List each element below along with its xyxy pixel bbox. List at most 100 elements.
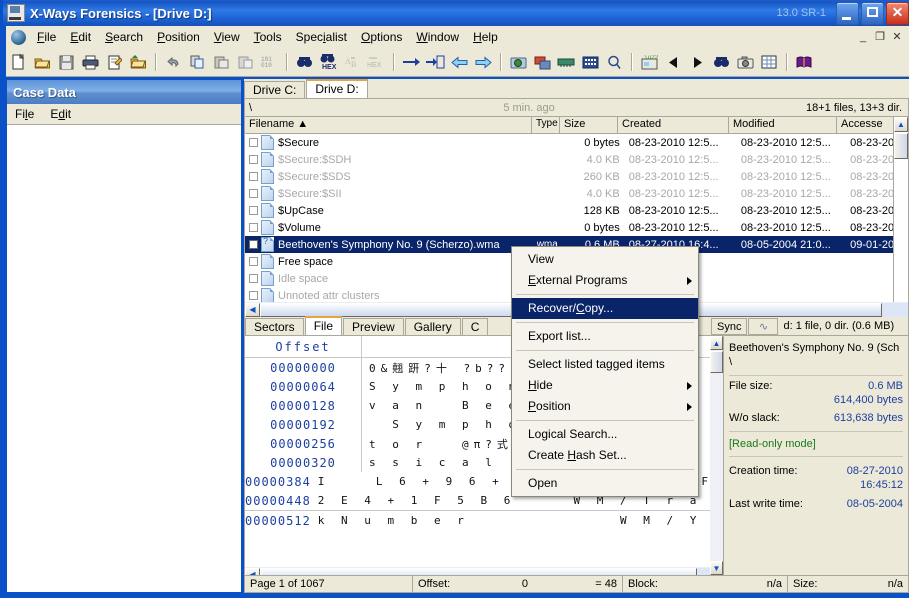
open-image-icon[interactable]	[531, 51, 553, 73]
scroll-down-button[interactable]: ▼	[710, 561, 723, 575]
prev-icon[interactable]	[662, 51, 684, 73]
row-checkbox[interactable]	[249, 291, 258, 300]
maximize-button[interactable]	[861, 1, 884, 25]
scroll-up-button[interactable]: ▲	[894, 117, 908, 132]
case-menu-edit[interactable]: Edit	[42, 106, 79, 122]
column-header-created[interactable]: Created	[618, 117, 729, 133]
table-row[interactable]: $UpCase 128 KB 08-23-2010 12:5... 08-23-…	[245, 202, 908, 219]
scroll-thumb[interactable]	[710, 351, 723, 373]
scroll-up-button[interactable]: ▲	[710, 336, 723, 350]
context-menu-item-view[interactable]: View	[512, 249, 698, 270]
case-data-tree[interactable]	[7, 125, 241, 592]
column-header-accessed[interactable]: Accesse	[837, 117, 897, 133]
save-icon[interactable]	[55, 51, 77, 73]
table-row[interactable]: $Secure:$SDH 4.0 KB 08-23-2010 12:5... 0…	[245, 151, 908, 168]
mdi-minimize-button[interactable]: _	[855, 30, 871, 44]
context-menu-item-position[interactable]: Position	[512, 396, 698, 417]
context-menu-item-select-listed-tagged-items[interactable]: Select listed tagged items	[512, 354, 698, 375]
calculator-icon[interactable]	[579, 51, 601, 73]
open-case-icon[interactable]	[127, 51, 149, 73]
row-checkbox[interactable]	[249, 274, 258, 283]
context-menu[interactable]: View External Programs Recover/Copy... E…	[511, 246, 699, 497]
row-checkbox[interactable]	[249, 240, 258, 249]
help-book-icon[interactable]	[793, 51, 815, 73]
find-icon[interactable]	[293, 51, 315, 73]
row-checkbox[interactable]	[249, 206, 258, 215]
goto-offset-icon[interactable]	[424, 51, 446, 73]
column-header-modified[interactable]: Modified	[729, 117, 837, 133]
menu-help[interactable]: Help	[466, 28, 505, 46]
row-checkbox[interactable]	[249, 257, 258, 266]
tab-file[interactable]: File	[304, 316, 343, 335]
row-checkbox[interactable]	[249, 155, 258, 164]
paste-icon[interactable]	[210, 51, 232, 73]
binoculars-icon[interactable]	[710, 51, 732, 73]
table-row[interactable]: $Secure:$SII 4.0 KB 08-23-2010 12:5... 0…	[245, 185, 908, 202]
goto-icon[interactable]	[400, 51, 422, 73]
table-row[interactable]: $Secure 0 bytes 08-23-2010 12:5... 08-23…	[245, 134, 908, 151]
column-header-type[interactable]: Type	[532, 117, 560, 133]
forward-arrow-icon[interactable]	[472, 51, 494, 73]
scroll-thumb[interactable]	[894, 133, 908, 159]
mdi-close-button[interactable]: ✕	[889, 30, 905, 44]
menu-specialist[interactable]: Specialist	[289, 28, 354, 46]
search-magnifier-icon[interactable]	[603, 51, 625, 73]
menu-options[interactable]: Options	[354, 28, 409, 46]
replace-text-icon[interactable]: AB	[341, 51, 363, 73]
find-hex-icon[interactable]: HEX	[317, 51, 339, 73]
tab-sectors[interactable]: Sectors	[245, 318, 304, 335]
tab-gallery[interactable]: Gallery	[404, 318, 461, 335]
replace-hex-icon[interactable]: HEX	[365, 51, 387, 73]
link-icon[interactable]: ∿	[748, 317, 779, 335]
menu-edit[interactable]: Edit	[63, 28, 98, 46]
context-menu-item-export-list[interactable]: Export list...	[512, 326, 698, 347]
column-header-size[interactable]: Size	[560, 117, 618, 133]
back-arrow-icon[interactable]	[448, 51, 470, 73]
context-menu-item-create-hash-set[interactable]: Create Hash Set...	[512, 445, 698, 466]
table-row[interactable]: $Secure:$SDS 260 KB 08-23-2010 12:5... 0…	[245, 168, 908, 185]
row-checkbox[interactable]	[249, 223, 258, 232]
row-checkbox[interactable]	[249, 138, 258, 147]
report-table-icon[interactable]	[758, 51, 780, 73]
context-menu-item-open[interactable]: Open	[512, 473, 698, 494]
snapshot-icon[interactable]	[734, 51, 756, 73]
case-menu-file[interactable]: File	[7, 106, 42, 122]
close-button[interactable]	[886, 1, 909, 25]
tab-preview[interactable]: Preview	[343, 318, 404, 335]
column-header-filename[interactable]: Filename ▲	[245, 117, 532, 133]
print-icon[interactable]	[79, 51, 101, 73]
copy-icon[interactable]	[186, 51, 208, 73]
interpret-image-icon[interactable]: \u221a\u03c7	[638, 51, 660, 73]
ram-icon[interactable]	[555, 51, 577, 73]
next-icon[interactable]	[686, 51, 708, 73]
context-menu-item-external-programs[interactable]: External Programs	[512, 270, 698, 291]
mdi-restore-button[interactable]: ❐	[872, 30, 888, 44]
open-folder-icon[interactable]	[31, 51, 53, 73]
row-checkbox[interactable]	[249, 189, 258, 198]
menu-tools[interactable]: Tools	[247, 28, 289, 46]
tab-calendar[interactable]: C	[461, 318, 489, 335]
context-menu-item-hide[interactable]: Hide	[512, 375, 698, 396]
sync-button[interactable]: Sync	[711, 317, 748, 335]
undo-icon[interactable]	[162, 51, 184, 73]
minimize-button[interactable]	[836, 1, 859, 25]
binary-paste-icon[interactable]: 101 010	[258, 51, 280, 73]
properties-icon[interactable]	[103, 51, 125, 73]
info-vertical-scrollbar[interactable]: ▲ ▼	[710, 336, 723, 575]
open-disk-icon[interactable]	[507, 51, 529, 73]
context-menu-item-recover-copy[interactable]: Recover/Copy...	[512, 298, 698, 319]
tab-drive-d[interactable]: Drive D:	[306, 79, 368, 98]
file-list-vertical-scrollbar[interactable]: ▲	[893, 117, 908, 302]
menu-window[interactable]: Window	[409, 28, 466, 46]
menu-search[interactable]: Search	[98, 28, 150, 46]
paste-special-icon[interactable]	[234, 51, 256, 73]
app-globe-icon[interactable]	[11, 29, 26, 45]
tab-drive-c[interactable]: Drive C:	[244, 81, 306, 98]
scroll-left-button[interactable]: ◀	[245, 302, 260, 317]
context-menu-item-logical-search[interactable]: Logical Search...	[512, 424, 698, 445]
menu-position[interactable]: Position	[150, 28, 207, 46]
menu-file[interactable]: File	[30, 28, 63, 46]
new-file-icon[interactable]	[7, 51, 29, 73]
table-row[interactable]: $Volume 0 bytes 08-23-2010 12:5... 08-23…	[245, 219, 908, 236]
menu-view[interactable]: View	[207, 28, 247, 46]
